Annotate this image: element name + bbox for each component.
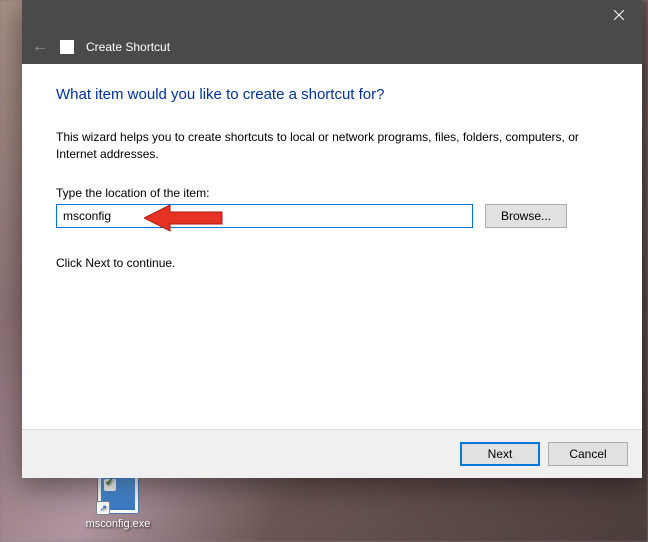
dialog-button-bar: Next Cancel — [22, 429, 642, 478]
page-heading: What item would you like to create a sho… — [56, 86, 608, 103]
shortcut-overlay-icon: ↗ — [96, 501, 110, 515]
wizard-description: This wizard helps you to create shortcut… — [56, 129, 608, 164]
location-input[interactable] — [56, 204, 473, 228]
titlebar — [22, 0, 642, 30]
desktop-shortcut-msconfig[interactable]: ↗ msconfig.exe — [82, 472, 154, 530]
shortcut-wizard-icon — [60, 40, 74, 54]
dialog-title: Create Shortcut — [86, 40, 170, 54]
continue-hint: Click Next to continue. — [56, 256, 608, 270]
dialog-content: What item would you like to create a sho… — [22, 64, 642, 429]
browse-button[interactable]: Browse... — [485, 204, 567, 228]
dialog-header: ← Create Shortcut — [22, 30, 642, 64]
create-shortcut-dialog: ← Create Shortcut What item would you li… — [22, 0, 642, 478]
desktop-icon-label: msconfig.exe — [82, 518, 154, 530]
back-arrow-icon: ← — [32, 38, 48, 56]
location-label: Type the location of the item: — [56, 186, 608, 200]
next-button[interactable]: Next — [460, 442, 540, 466]
cancel-button[interactable]: Cancel — [548, 442, 628, 466]
close-button[interactable] — [596, 0, 642, 30]
close-icon — [614, 10, 624, 20]
msconfig-icon: ↗ — [97, 472, 139, 514]
